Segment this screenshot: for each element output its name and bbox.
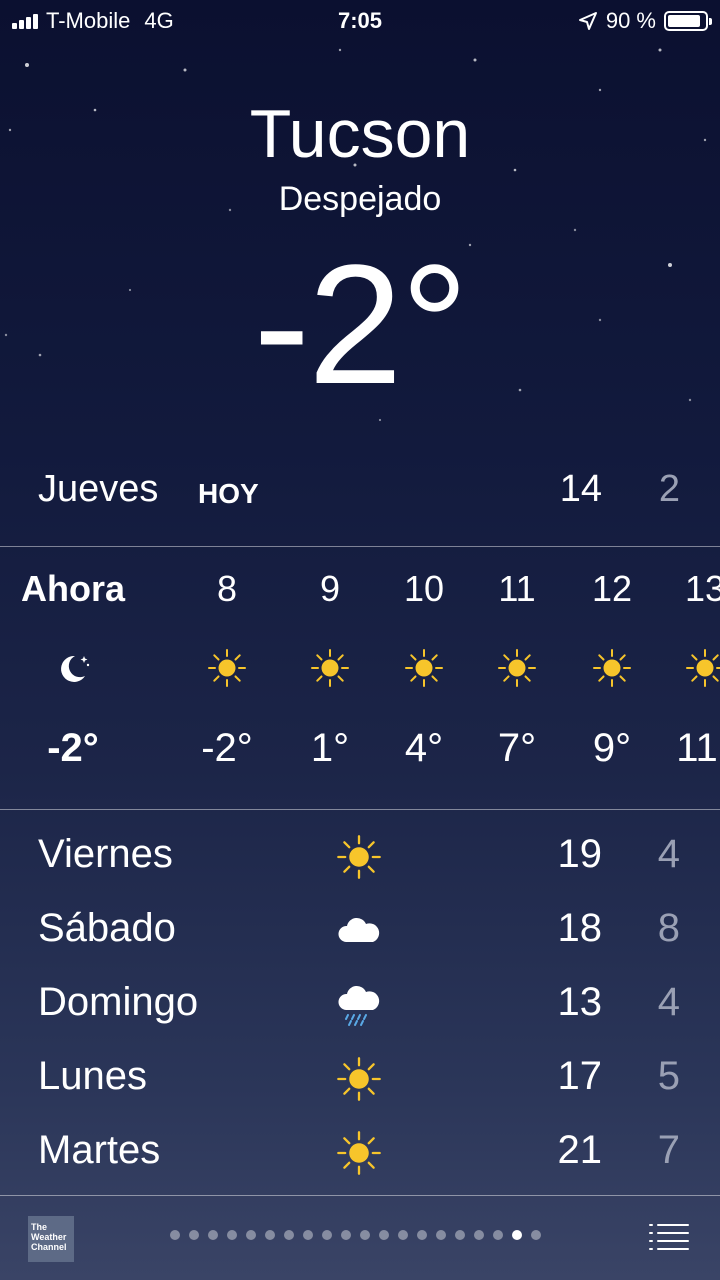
cloud-icon xyxy=(336,908,382,954)
daily-row: Sábado 18 8 xyxy=(0,894,720,968)
hourly-temperature: 7° xyxy=(497,726,537,770)
hourly-time: 11 xyxy=(498,568,536,609)
today-label: HOY xyxy=(198,478,259,509)
hourly-time: 8 xyxy=(216,568,238,609)
hourly-temperature: -2° xyxy=(47,726,99,770)
daily-day-name: Sábado xyxy=(38,906,176,950)
page-dot[interactable] xyxy=(436,1230,446,1240)
city-name: Tucson xyxy=(249,96,471,172)
daily-low: 8 xyxy=(657,906,680,950)
daily-row: Viernes 19 4 xyxy=(0,820,720,894)
page-dot[interactable] xyxy=(493,1230,503,1240)
sun-icon xyxy=(336,834,382,880)
hourly-time: Ahora xyxy=(20,568,125,609)
daily-row: Lunes 17 5 xyxy=(0,1042,720,1116)
current-temperature: -2° xyxy=(253,230,468,420)
daily-low: 4 xyxy=(657,832,680,876)
daily-low: 5 xyxy=(657,1054,680,1098)
page-dot[interactable] xyxy=(303,1230,313,1240)
sun-icon xyxy=(336,1056,382,1102)
sun-icon xyxy=(310,648,350,688)
list-icon[interactable] xyxy=(648,1222,690,1252)
hourly-time: 13 xyxy=(684,568,720,609)
daily-day-name: Martes xyxy=(38,1128,161,1172)
page-dot[interactable] xyxy=(189,1230,199,1240)
page-dot[interactable] xyxy=(322,1230,332,1240)
page-dot[interactable] xyxy=(246,1230,256,1240)
today-low: 2 xyxy=(658,468,680,510)
location-arrow-icon xyxy=(578,12,597,30)
daily-day-name: Viernes xyxy=(38,832,173,876)
battery-percent: 90 % xyxy=(605,8,656,33)
page-dot[interactable] xyxy=(208,1230,218,1240)
today-high: 14 xyxy=(559,468,602,510)
sun-icon xyxy=(336,1130,382,1176)
daily-high: 17 xyxy=(557,1054,603,1098)
daily-low: 4 xyxy=(657,980,680,1024)
daily-row: Martes 21 7 xyxy=(0,1116,720,1190)
weather-condition: Despejado xyxy=(278,180,442,218)
page-dot[interactable] xyxy=(531,1230,541,1240)
daily-day-name: Domingo xyxy=(38,980,199,1024)
sun-icon xyxy=(592,648,632,688)
page-indicator[interactable] xyxy=(170,1230,541,1240)
daily-row: Domingo 13 4 xyxy=(0,968,720,1042)
page-dot[interactable] xyxy=(455,1230,465,1240)
today-day-name: Jueves xyxy=(38,468,159,510)
daily-high: 18 xyxy=(557,906,603,950)
page-dot[interactable] xyxy=(398,1230,408,1240)
page-dot[interactable] xyxy=(170,1230,180,1240)
sun-icon xyxy=(685,648,720,688)
page-dot[interactable] xyxy=(284,1230,294,1240)
page-dot[interactable] xyxy=(341,1230,351,1240)
page-dot[interactable] xyxy=(360,1230,370,1240)
daily-high: 21 xyxy=(557,1128,603,1172)
sun-icon xyxy=(497,648,537,688)
daily-high: 19 xyxy=(557,832,603,876)
weather-channel-logo[interactable]: The Weather Channel xyxy=(28,1216,74,1262)
rain-cloud-icon xyxy=(336,982,382,1028)
hourly-forecast[interactable]: Ahora -2°8-2°91°104°117°129°1311° xyxy=(0,548,720,808)
page-dot[interactable] xyxy=(379,1230,389,1240)
footer-toolbar: The Weather Channel xyxy=(0,1196,720,1280)
page-dot[interactable] xyxy=(227,1230,237,1240)
sun-icon xyxy=(404,648,444,688)
battery-icon xyxy=(664,11,712,31)
divider xyxy=(0,546,720,547)
hourly-temperature: 11° xyxy=(676,726,720,770)
sun-icon xyxy=(207,648,247,688)
page-dot[interactable] xyxy=(474,1230,484,1240)
page-dot[interactable] xyxy=(512,1230,522,1240)
daily-low: 7 xyxy=(657,1128,680,1172)
daily-day-name: Lunes xyxy=(38,1054,147,1098)
hourly-temperature: -2° xyxy=(201,726,253,770)
today-summary: Jueves HOY 14 2 xyxy=(38,468,680,518)
status-bar: T-Mobile 4G 7:05 90 % xyxy=(0,0,720,40)
page-dot[interactable] xyxy=(265,1230,275,1240)
daily-high: 13 xyxy=(557,980,603,1024)
moon-stars-icon xyxy=(53,648,93,688)
page-dot[interactable] xyxy=(417,1230,427,1240)
divider xyxy=(0,809,720,810)
